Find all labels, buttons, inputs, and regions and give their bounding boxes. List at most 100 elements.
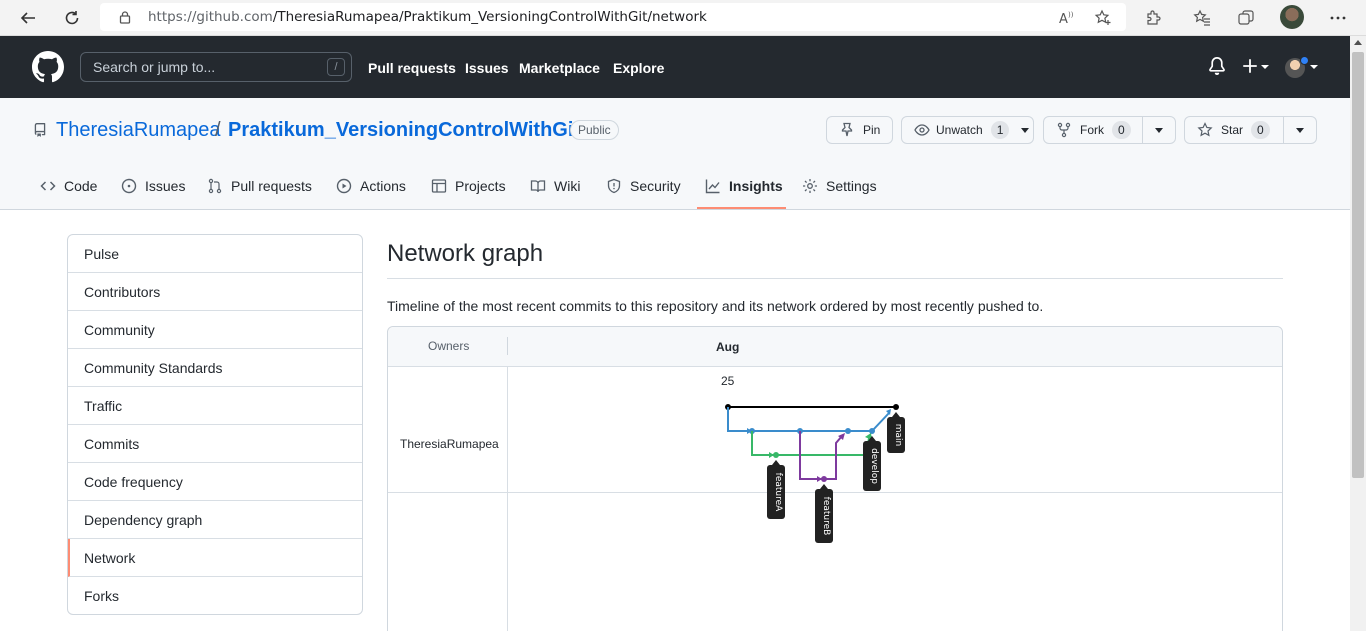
refresh-icon[interactable] xyxy=(58,4,86,32)
branch-label-main-text: main xyxy=(893,424,903,447)
tab-wiki-label: Wiki xyxy=(554,178,581,194)
svg-text:)): )) xyxy=(1068,11,1074,19)
commit-node[interactable] xyxy=(821,476,827,482)
nav-explore[interactable]: Explore xyxy=(613,60,664,76)
pin-icon xyxy=(841,122,853,137)
owner-name[interactable]: TheresiaRumapea xyxy=(400,437,499,451)
repo-name-link[interactable]: Praktikum_VersioningControlWithGit xyxy=(228,119,580,142)
sidebar-item-community[interactable]: Community xyxy=(68,311,362,349)
pull-request-icon xyxy=(208,178,222,194)
url-text: https://github.com/TheresiaRumapea/Prakt… xyxy=(148,9,707,25)
tab-insights[interactable]: Insights xyxy=(705,176,783,196)
sidebar-item-dependency-graph[interactable]: Dependency graph xyxy=(68,501,362,539)
play-icon xyxy=(336,178,352,194)
nav-issues[interactable]: Issues xyxy=(465,60,509,76)
add-favorite-icon[interactable] xyxy=(1090,5,1116,31)
github-logo-icon[interactable] xyxy=(32,51,64,83)
star-label: Star xyxy=(1221,123,1244,137)
fork-count: 0 xyxy=(1112,121,1131,139)
tab-actions[interactable]: Actions xyxy=(336,176,406,196)
star-dropdown-button[interactable] xyxy=(1283,116,1317,144)
bell-icon[interactable] xyxy=(1208,57,1228,77)
tab-insights-label: Insights xyxy=(729,178,783,194)
sidebar-item-commits[interactable]: Commits xyxy=(68,425,362,463)
scrollbar-thumb[interactable] xyxy=(1352,52,1364,478)
tab-settings-label: Settings xyxy=(826,178,877,194)
gear-icon xyxy=(803,179,817,193)
lock-icon xyxy=(119,11,131,24)
tab-security-label: Security xyxy=(630,178,681,194)
address-bar[interactable]: https://github.com/TheresiaRumapea/Prakt… xyxy=(100,3,1126,31)
tab-issues[interactable]: Issues xyxy=(121,176,185,196)
watch-caret-icon xyxy=(1021,127,1030,133)
star-button[interactable]: Star 0 xyxy=(1184,116,1284,144)
nav-marketplace[interactable]: Marketplace xyxy=(519,60,600,76)
more-options-icon[interactable] xyxy=(1325,5,1351,31)
issue-icon xyxy=(121,178,137,194)
sidebar-item-contributors[interactable]: Contributors xyxy=(68,273,362,311)
search-input[interactable]: Search or jump to... / xyxy=(80,52,352,82)
tab-settings[interactable]: Settings xyxy=(802,176,877,196)
owners-column-header: Owners xyxy=(428,339,470,353)
branch-arrow xyxy=(769,452,774,458)
user-menu-caret-icon[interactable] xyxy=(1310,65,1318,69)
branch-label-develop-text: develop xyxy=(869,448,879,484)
repo-owner-link[interactable]: TheresiaRumapea xyxy=(56,119,221,142)
create-caret-icon[interactable] xyxy=(1261,65,1269,69)
code-icon xyxy=(40,181,56,191)
header-column-divider xyxy=(507,337,508,355)
browser-profile-avatar[interactable] xyxy=(1280,5,1304,29)
branch-label-featureA[interactable]: featureA xyxy=(767,460,785,519)
owner-column-divider xyxy=(507,367,508,631)
pin-label: Pin xyxy=(863,123,881,137)
branch-label-develop[interactable]: develop xyxy=(863,436,881,491)
sidebar-item-traffic[interactable]: Traffic xyxy=(68,387,362,425)
tab-code-label: Code xyxy=(64,178,98,194)
tab-code[interactable]: Code xyxy=(40,176,97,196)
repo-separator: / xyxy=(215,119,221,141)
sidebar-item-code-frequency[interactable]: Code frequency xyxy=(68,463,362,501)
read-aloud-icon[interactable]: A)) xyxy=(1054,5,1080,31)
insights-sidebar: Pulse Contributors Community Community S… xyxy=(67,234,363,615)
pin-button[interactable]: Pin xyxy=(826,116,893,144)
sidebar-item-forks[interactable]: Forks xyxy=(68,577,362,614)
sidebar-item-community-standards[interactable]: Community Standards xyxy=(68,349,362,387)
tab-issues-label: Issues xyxy=(145,178,186,194)
commit-node[interactable] xyxy=(845,428,851,434)
tab-pull-requests[interactable]: Pull requests xyxy=(207,176,312,196)
tab-projects[interactable]: Projects xyxy=(431,176,506,196)
collections-icon[interactable] xyxy=(1233,5,1259,31)
plus-icon[interactable] xyxy=(1241,57,1261,77)
network-graph-canvas[interactable]: main develop featureA featureB xyxy=(690,380,930,550)
tab-security[interactable]: Security xyxy=(606,176,681,196)
sidebar-item-network[interactable]: Network xyxy=(68,539,362,577)
star-icon xyxy=(1197,122,1213,137)
branch-featureA-line xyxy=(751,431,870,456)
tab-actions-label: Actions xyxy=(360,178,406,194)
fork-icon xyxy=(1057,122,1071,138)
sidebar-item-pulse[interactable]: Pulse xyxy=(68,235,362,273)
branch-label-featureB[interactable]: featureB xyxy=(815,484,833,543)
fork-dropdown-button[interactable] xyxy=(1142,116,1176,144)
commit-node[interactable] xyxy=(893,404,899,410)
active-tab-indicator xyxy=(697,207,786,209)
unwatch-button[interactable]: Unwatch 1 xyxy=(901,116,1034,144)
fork-button[interactable]: Fork 0 xyxy=(1043,116,1143,144)
page-title: Network graph xyxy=(387,240,544,267)
favorites-icon[interactable] xyxy=(1189,5,1215,31)
svg-text:A: A xyxy=(1059,12,1068,27)
book-icon xyxy=(530,180,546,193)
branch-label-main[interactable]: main xyxy=(887,412,905,453)
extensions-icon[interactable] xyxy=(1140,5,1166,31)
visibility-badge: Public xyxy=(570,120,619,140)
search-shortcut-hint: / xyxy=(327,58,345,76)
star-count: 0 xyxy=(1251,121,1270,139)
tab-wiki[interactable]: Wiki xyxy=(530,176,580,196)
branch-develop-line xyxy=(727,407,890,432)
graph-icon xyxy=(705,179,720,194)
nav-pull-requests[interactable]: Pull requests xyxy=(368,60,456,76)
back-icon[interactable] xyxy=(14,4,42,32)
commit-node[interactable] xyxy=(869,428,875,434)
tab-pull-requests-label: Pull requests xyxy=(231,178,312,194)
scroll-up-arrow-icon[interactable] xyxy=(1354,40,1362,45)
